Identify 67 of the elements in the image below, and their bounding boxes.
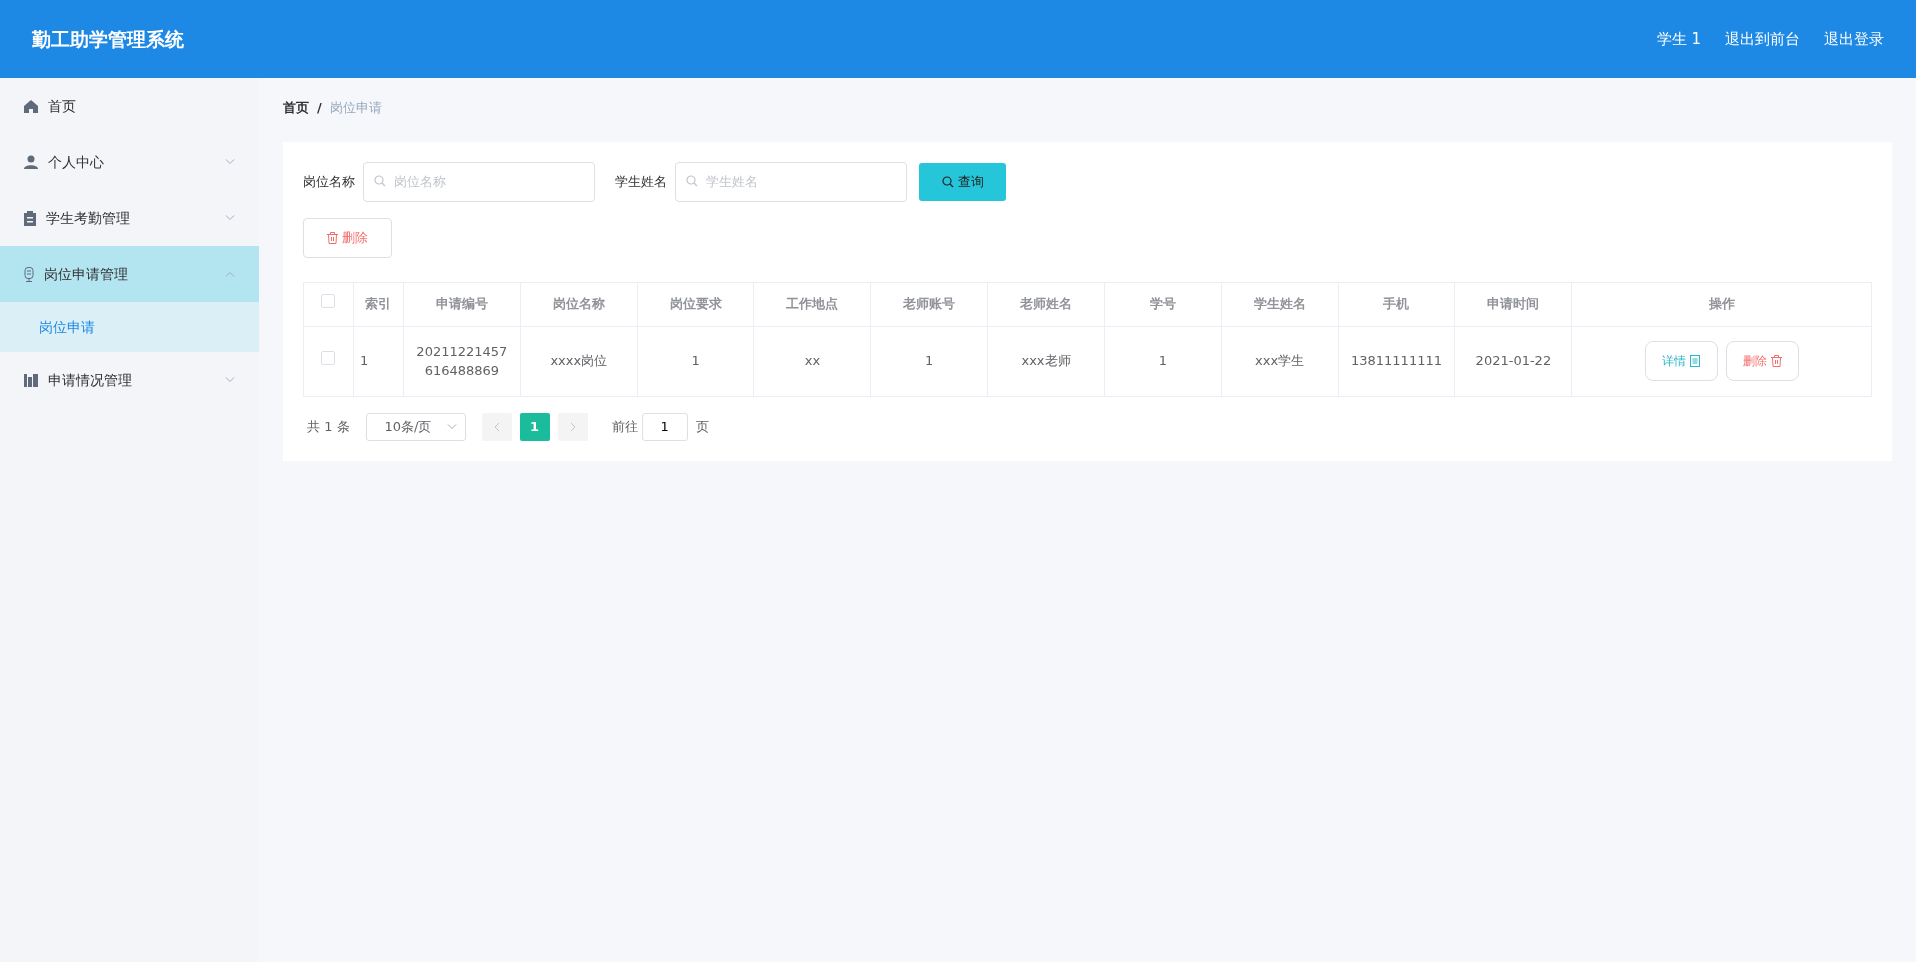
- microphone-icon: [24, 266, 34, 282]
- column-header: 手机: [1383, 296, 1410, 312]
- table-cell: xxxx岗位: [550, 353, 608, 369]
- table-cell: 1: [359, 353, 369, 369]
- chevron-down-icon: [446, 423, 457, 430]
- table-cell: xxx老师: [1021, 353, 1071, 369]
- total-count: 共 1 条: [307, 417, 350, 436]
- sidebar-item[interactable]: 学生考勤管理: [0, 190, 259, 246]
- column-header: 老师姓名: [1020, 296, 1072, 312]
- column-header: 学生姓名: [1253, 296, 1306, 312]
- sidebar-item[interactable]: 个人中心: [0, 134, 259, 190]
- trash-icon: [327, 231, 338, 244]
- chevron-up-icon: [225, 271, 235, 277]
- search-field[interactable]: 学生姓名: [675, 161, 907, 202]
- search-field[interactable]: 岗位名称: [363, 161, 595, 202]
- header-link[interactable]: 学生 1: [1656, 27, 1701, 51]
- search-icon: [941, 175, 954, 188]
- column-header: 申请编号: [435, 296, 488, 312]
- chevron-down-icon: [225, 159, 235, 165]
- next-page-button[interactable]: [557, 412, 588, 441]
- checkbox[interactable]: [321, 351, 336, 366]
- search-icon: [374, 174, 386, 187]
- search-icon: [686, 174, 698, 187]
- search-button[interactable]: 查询: [919, 162, 1006, 201]
- table-cell: 2021-01-22: [1475, 353, 1552, 369]
- user-icon: [24, 155, 38, 169]
- breadcrumb-item[interactable]: 首页: [283, 98, 309, 118]
- column-header: 岗位要求: [669, 296, 722, 312]
- page-input[interactable]: 1: [641, 412, 688, 441]
- header-link[interactable]: 退出登录: [1824, 27, 1884, 51]
- sidebar-item[interactable]: 岗位申请管理: [0, 246, 259, 302]
- filter-label: 岗位名称: [303, 172, 355, 191]
- table-cell: xx: [804, 353, 821, 369]
- chart-icon: [24, 373, 38, 387]
- sidebar-item[interactable]: 首页: [0, 78, 259, 134]
- table-cell: 1: [925, 353, 934, 369]
- column-header: 老师账号: [903, 296, 956, 312]
- page-size-select[interactable]: 10条/页: [365, 412, 466, 441]
- breadcrumb-item: 岗位申请: [329, 99, 382, 117]
- trash-icon: [1770, 355, 1782, 367]
- page-suffix: 页: [695, 417, 709, 436]
- clipboard-icon: [24, 210, 36, 226]
- table-cell-text: 20211221457616488869: [415, 342, 508, 380]
- filter-label: 学生姓名: [615, 172, 667, 191]
- app-title: 勤工助学管理系统: [32, 26, 184, 52]
- table-cell: 1: [691, 353, 700, 369]
- header-link[interactable]: 退出到前台: [1725, 27, 1800, 51]
- chevron-down-icon: [225, 215, 235, 221]
- table-cell: 13811111111: [1351, 353, 1442, 369]
- checkbox[interactable]: [321, 294, 336, 309]
- home-icon: [24, 99, 38, 113]
- previous-page-button[interactable]: [481, 412, 512, 441]
- chevron-left-icon: [493, 421, 500, 432]
- column-header: 工作地点: [786, 296, 839, 312]
- breadcrumb-separator: /: [317, 99, 322, 117]
- column-header: 索引: [365, 296, 392, 312]
- document-icon: [1690, 355, 1701, 367]
- table-cell: xxx学生: [1255, 353, 1305, 369]
- column-header: 岗位名称: [552, 296, 605, 312]
- table-cell: 1: [1158, 353, 1167, 369]
- column-header: 操作: [1708, 296, 1735, 312]
- chevron-right-icon: [569, 421, 576, 432]
- sidebar-item[interactable]: 申请情况管理: [0, 352, 259, 408]
- chevron-down-icon: [225, 377, 235, 383]
- column-header: 学号: [1149, 296, 1176, 312]
- column-header: 申请时间: [1487, 296, 1540, 312]
- goto-label: 前往: [611, 417, 638, 436]
